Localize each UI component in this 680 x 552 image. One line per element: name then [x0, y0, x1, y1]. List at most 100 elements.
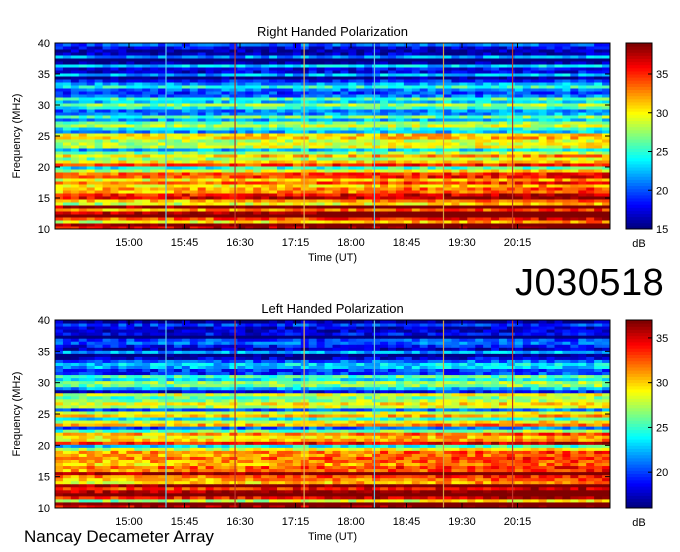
heatmap-cell — [348, 70, 357, 74]
heatmap-cell — [55, 498, 64, 503]
heatmap-cell — [300, 208, 310, 212]
heatmap-cell — [277, 172, 286, 176]
heatmap-cell — [324, 52, 333, 56]
heatmap-cell — [602, 501, 611, 506]
heatmap-cell — [546, 145, 555, 149]
heatmap-cell — [594, 67, 603, 71]
heatmap-cell — [483, 103, 492, 107]
heatmap-cell — [62, 187, 72, 191]
heatmap-cell — [110, 492, 119, 497]
heatmap-cell — [253, 148, 262, 152]
heatmap-cell — [395, 202, 405, 206]
heatmap-cell — [86, 127, 96, 131]
heatmap-cell — [578, 148, 587, 152]
heatmap-cell — [253, 55, 262, 59]
heatmap-cell — [78, 64, 88, 68]
heatmap-cell — [554, 217, 563, 221]
heatmap-cell — [451, 52, 460, 56]
heatmap-cell — [443, 157, 452, 161]
heatmap-cell — [316, 127, 326, 131]
heatmap-cell — [570, 127, 579, 131]
heatmap-cell — [166, 133, 175, 137]
heatmap-cell — [578, 118, 587, 122]
heatmap-cell — [491, 169, 500, 173]
heatmap-cell — [166, 220, 175, 224]
heatmap-cell — [332, 196, 341, 200]
heatmap-cell — [118, 211, 127, 215]
heatmap-cell — [134, 196, 143, 200]
heatmap-cell — [62, 130, 72, 134]
heatmap-cell — [205, 220, 215, 224]
heatmap-cell — [562, 157, 571, 161]
heatmap-cell — [348, 178, 357, 182]
heatmap-cell — [570, 175, 579, 179]
heatmap-cell — [245, 220, 254, 224]
heatmap-cell — [570, 172, 579, 176]
heatmap-cell — [546, 49, 555, 53]
heatmap-cell — [142, 214, 151, 218]
heatmap-cell — [443, 124, 452, 128]
heatmap-cell — [491, 166, 500, 170]
heatmap-cell — [269, 202, 278, 206]
heatmap-cell — [372, 106, 381, 110]
heatmap-cell — [118, 202, 127, 206]
heatmap-cell — [459, 91, 468, 95]
heatmap-cell — [70, 483, 80, 488]
colorbar-tick-label: 20 — [656, 185, 668, 197]
heatmap-cell — [562, 498, 571, 503]
heatmap-cell — [356, 498, 365, 503]
heatmap-cell — [324, 55, 333, 59]
heatmap-cell — [197, 79, 207, 83]
heatmap-cell — [395, 58, 405, 62]
heatmap-cell — [166, 495, 175, 500]
heatmap-cell — [570, 142, 579, 146]
heatmap-cell — [443, 130, 452, 134]
colorbar-segment — [626, 194, 652, 199]
heatmap-cell — [483, 211, 492, 215]
heatmap-cell — [388, 163, 397, 167]
heatmap-cell — [562, 76, 571, 80]
heatmap-cell — [269, 82, 278, 86]
heatmap-cell — [332, 49, 341, 53]
heatmap-cell — [395, 199, 405, 203]
heatmap-cell — [570, 67, 579, 71]
heatmap-cell — [78, 91, 88, 95]
heatmap-cell — [506, 64, 516, 68]
heatmap-cell — [411, 187, 421, 191]
heatmap-cell — [459, 82, 468, 86]
heatmap-cell — [499, 208, 508, 212]
heatmap-cell — [269, 136, 278, 140]
heatmap-cell — [538, 151, 548, 155]
colorbar-segment — [626, 58, 652, 63]
heatmap-cell — [435, 115, 444, 119]
heatmap-cell — [197, 109, 207, 113]
heatmap-cell — [570, 166, 579, 170]
heatmap-cell — [197, 49, 207, 53]
heatmap-cell — [292, 79, 302, 83]
heatmap-cell — [173, 483, 183, 488]
heatmap-cell — [364, 46, 373, 50]
heatmap-cell — [594, 142, 603, 146]
heatmap-cell — [78, 130, 88, 134]
heatmap-cell — [530, 139, 540, 143]
heatmap-cell — [443, 184, 452, 188]
heatmap-cell — [340, 166, 349, 170]
heatmap-cell — [427, 112, 437, 116]
heatmap-cell — [499, 127, 508, 131]
heatmap-cell — [110, 103, 119, 107]
heatmap-cell — [86, 214, 96, 218]
heatmap-cell — [467, 139, 476, 143]
heatmap-cell — [94, 121, 104, 125]
heatmap-cell — [380, 163, 389, 167]
heatmap-cell — [475, 97, 484, 101]
heatmap-cell — [166, 106, 175, 110]
heatmap-cell — [372, 181, 381, 185]
heatmap-cell — [221, 97, 230, 101]
heatmap-cell — [467, 43, 476, 47]
heatmap-cell — [102, 154, 111, 158]
heatmap-cell — [181, 61, 191, 65]
heatmap-cell — [308, 205, 318, 209]
heatmap-cell — [514, 148, 524, 152]
heatmap-cell — [546, 205, 555, 209]
heatmap-cell — [300, 202, 310, 206]
